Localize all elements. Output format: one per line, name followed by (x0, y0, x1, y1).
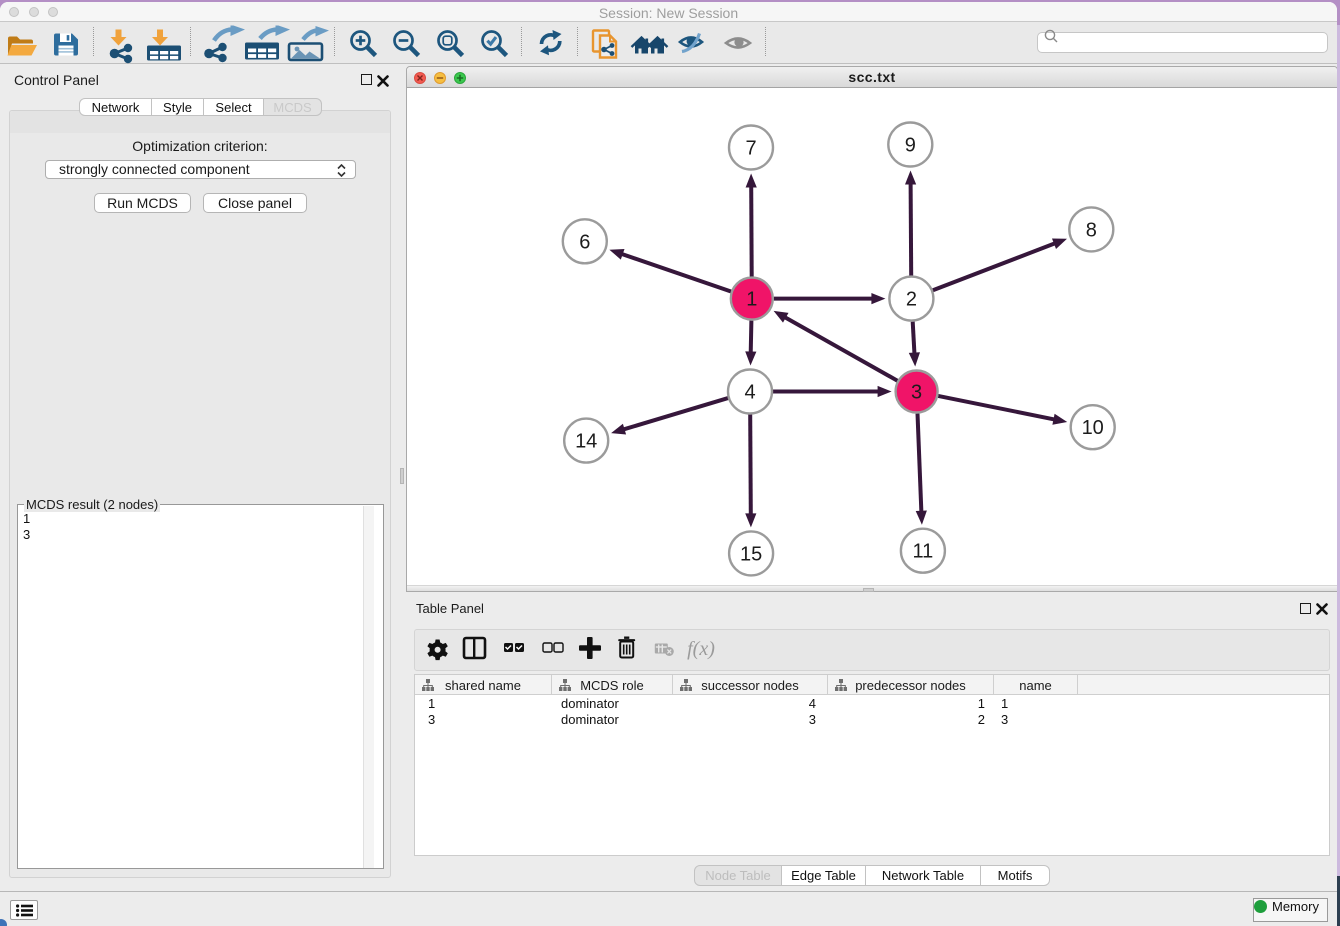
svg-text:7: 7 (745, 138, 756, 160)
svg-text:3: 3 (911, 382, 922, 404)
svg-text:8: 8 (1086, 219, 1097, 241)
svg-text:4: 4 (744, 382, 755, 404)
svg-text:14: 14 (575, 431, 597, 453)
svg-text:10: 10 (1082, 417, 1104, 439)
svg-text:6: 6 (579, 231, 590, 253)
svg-text:11: 11 (913, 541, 934, 563)
svg-text:f(x): f(x) (687, 638, 715, 660)
svg-text:9: 9 (905, 135, 916, 157)
svg-text:15: 15 (740, 543, 762, 565)
svg-text:2: 2 (906, 289, 917, 311)
svg-text:1: 1 (746, 289, 757, 311)
